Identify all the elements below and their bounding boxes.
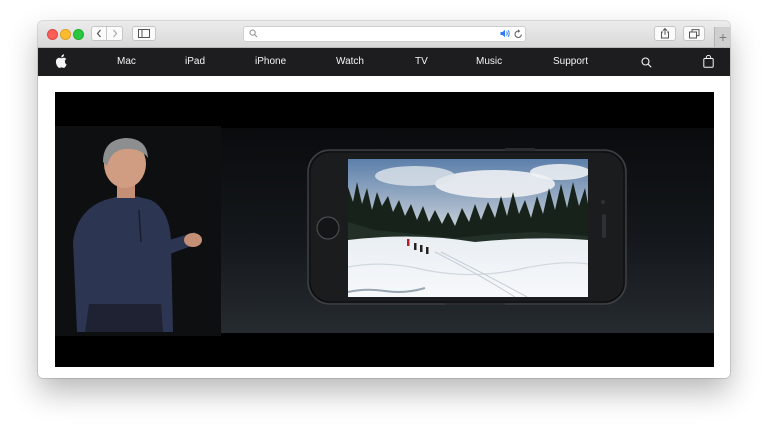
browser-window: + Mac iPad iPhone Watch TV Music Support bbox=[38, 21, 730, 378]
chevron-right-icon bbox=[112, 29, 117, 38]
forward-button[interactable] bbox=[107, 26, 123, 41]
speaker-icon[interactable] bbox=[500, 29, 511, 38]
sidebar-toggle-button[interactable] bbox=[132, 26, 156, 41]
nav-item-music[interactable]: Music bbox=[476, 48, 502, 76]
share-icon bbox=[661, 28, 669, 39]
sidebar-icon bbox=[138, 29, 150, 38]
nav-item-support[interactable]: Support bbox=[553, 48, 588, 76]
presentation-video-frame bbox=[55, 92, 714, 367]
zoom-window-button[interactable] bbox=[73, 29, 84, 40]
snow-forest-screen-image bbox=[348, 159, 588, 297]
minimize-window-button[interactable] bbox=[60, 29, 71, 40]
nav-item-mac[interactable]: Mac bbox=[117, 48, 136, 76]
tabs-icon bbox=[688, 28, 699, 38]
nav-item-tv[interactable]: TV bbox=[415, 48, 428, 76]
apple-logo-icon[interactable] bbox=[55, 54, 67, 68]
share-button[interactable] bbox=[654, 26, 676, 41]
close-window-button[interactable] bbox=[47, 29, 58, 40]
nav-item-ipad[interactable]: iPad bbox=[185, 48, 205, 76]
nav-item-watch[interactable]: Watch bbox=[336, 48, 364, 76]
iphone-device bbox=[307, 148, 627, 305]
video-player[interactable] bbox=[55, 92, 714, 367]
chevron-left-icon bbox=[96, 29, 101, 38]
address-bar[interactable] bbox=[243, 26, 526, 42]
show-tabs-button[interactable] bbox=[683, 26, 705, 41]
title-bar: + bbox=[38, 21, 730, 48]
back-button[interactable] bbox=[91, 26, 107, 41]
bag-icon[interactable] bbox=[703, 55, 714, 68]
new-tab-button[interactable]: + bbox=[714, 27, 730, 47]
nav-item-iphone[interactable]: iPhone bbox=[255, 48, 286, 76]
site-navigation: Mac iPad iPhone Watch TV Music Support bbox=[38, 48, 730, 76]
plus-icon: + bbox=[718, 29, 728, 45]
reload-icon[interactable] bbox=[514, 29, 523, 39]
search-icon[interactable] bbox=[641, 57, 652, 68]
search-icon bbox=[249, 29, 258, 38]
page-content bbox=[38, 76, 730, 378]
